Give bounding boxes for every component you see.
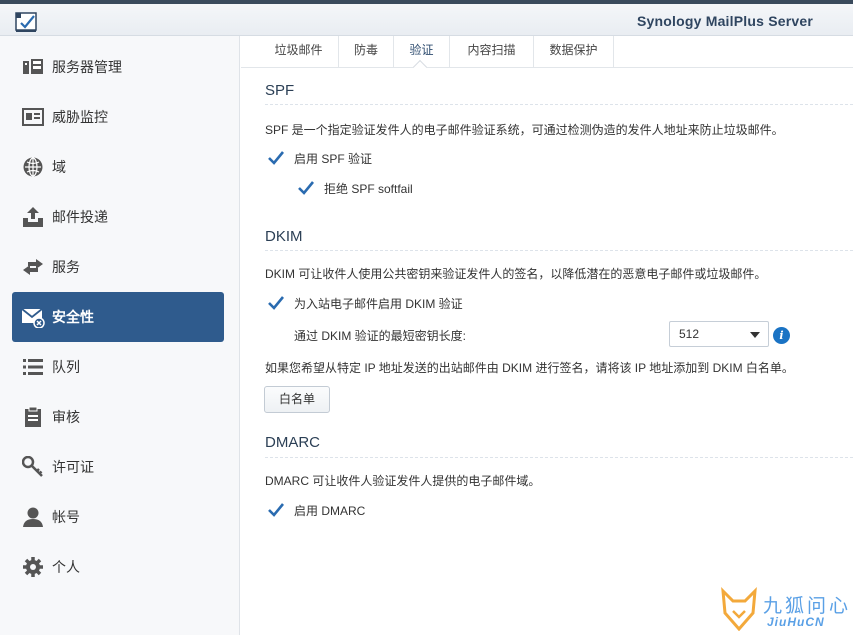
sidebar-item-services[interactable]: 服务 [12,243,224,291]
monitor-card-icon [20,104,46,130]
sidebar-item-domain[interactable]: 域 [12,143,224,191]
dmarc-enable-checkbox-row[interactable]: 启用 DMARC [267,501,365,519]
arrows-exchange-icon [20,254,46,280]
mailplus-logo-icon [15,12,37,32]
dkim-whitelist-hint: 如果您希望从特定 IP 地址发送的出站邮件由 DKIM 进行签名，请将该 IP … [265,361,794,375]
sidebar-item-license[interactable]: 许可证 [12,443,224,491]
sidebar-item-label: 服务 [52,259,80,275]
tab-data-protection[interactable]: 数据保护 [534,36,614,68]
divider [265,250,853,251]
watermark-text-cn: 九狐问心 [763,596,852,617]
sidebar-item-accounts[interactable]: 帐号 [12,493,224,541]
sidebar-item-label: 安全性 [52,309,94,325]
dkim-description: DKIM 可让收件人使用公共密钥来验证发件人的签名，以降低潜在的恶意电子邮件或垃… [265,267,767,281]
sidebar-item-label: 威胁监控 [52,109,108,125]
sidebar-item-label: 个人 [52,559,80,575]
dkim-section-title: DKIM [265,228,303,245]
sidebar-item-label: 许可证 [52,459,94,475]
sidebar-item-audit[interactable]: 审核 [12,393,224,441]
sidebar-item-security[interactable]: 安全性 [12,292,224,342]
sidebar-item-label: 帐号 [52,509,80,525]
sidebar-item-label: 服务器管理 [52,59,122,75]
globe-icon [20,154,46,180]
gear-icon [20,554,46,580]
mail-security-icon [20,304,46,330]
user-icon [20,504,46,530]
sidebar-item-label: 邮件投递 [52,209,108,225]
tab-spam[interactable]: 垃圾邮件 [259,36,339,68]
dmarc-enable-label: 启用 DMARC [294,503,366,518]
sidebar-item-label: 审核 [52,409,80,425]
main-content: 垃圾邮件 防毒 验证 内容扫描 数据保护 SPF SPF 是一个指定验证发件人的… [241,36,853,635]
spf-reject-softfail-checkbox-row[interactable]: 拒绝 SPF softfail [297,179,413,197]
divider [265,104,853,105]
spf-description: SPF 是一个指定验证发件人的电子邮件验证系统，可通过检测伪造的发件人地址来防止… [265,123,784,137]
dkim-enable-checkbox[interactable] [267,294,285,312]
spf-reject-softfail-label: 拒绝 SPF softfail [324,181,413,196]
sidebar-item-label: 队列 [52,359,80,375]
sidebar-item-label: 域 [52,159,66,175]
title-bar: Synology MailPlus Server [0,4,853,36]
spf-reject-softfail-checkbox[interactable] [297,179,315,197]
tab-content-scan[interactable]: 内容扫描 [450,36,534,68]
server-icon [20,54,46,80]
sidebar-item-mail-delivery[interactable]: 邮件投递 [12,193,224,241]
tab-bar: 垃圾邮件 防毒 验证 内容扫描 数据保护 [241,36,853,75]
dkim-min-key-length-select[interactable]: 512 [669,321,769,347]
list-icon [20,354,46,380]
sidebar-item-queue[interactable]: 队列 [12,343,224,391]
upload-tray-icon [20,204,46,230]
divider [265,457,853,458]
dmarc-enable-checkbox[interactable] [267,501,285,519]
fox-logo-icon [721,587,757,631]
chevron-down-icon [750,332,760,338]
spf-enable-checkbox[interactable] [267,149,285,167]
watermark: 九狐问心 JiuHuCN [719,585,849,633]
key-icon [20,454,46,480]
spf-enable-label: 启用 SPF 验证 [294,151,373,166]
dkim-min-key-length-label: 通过 DKIM 验证的最短密钥长度: [294,329,467,343]
sidebar-item-server-management[interactable]: 服务器管理 [12,43,224,91]
dkim-whitelist-button[interactable]: 白名单 [264,386,330,413]
sidebar-item-personal[interactable]: 个人 [12,543,224,591]
watermark-text-en: JiuHuCN [767,615,825,629]
dmarc-description: DMARC 可让收件人验证发件人提供的电子邮件域。 [265,474,541,488]
clipboard-icon [20,404,46,430]
sidebar-item-threat-monitor[interactable]: 威胁监控 [12,93,224,141]
info-icon[interactable]: i [773,327,790,344]
dkim-enable-checkbox-row[interactable]: 为入站电子邮件启用 DKIM 验证 [267,294,463,312]
dmarc-section-title: DMARC [265,434,320,451]
app-title: Synology MailPlus Server [637,13,813,29]
tab-antivirus[interactable]: 防毒 [339,36,394,68]
select-value: 512 [679,327,700,341]
dkim-enable-label: 为入站电子邮件启用 DKIM 验证 [294,296,463,311]
spf-section-title: SPF [265,82,295,99]
sidebar: 服务器管理 威胁监控 域 邮件投递 服务 安全性 队列 审核 许可证 帐号 个人 [0,36,240,635]
spf-enable-checkbox-row[interactable]: 启用 SPF 验证 [267,149,372,167]
